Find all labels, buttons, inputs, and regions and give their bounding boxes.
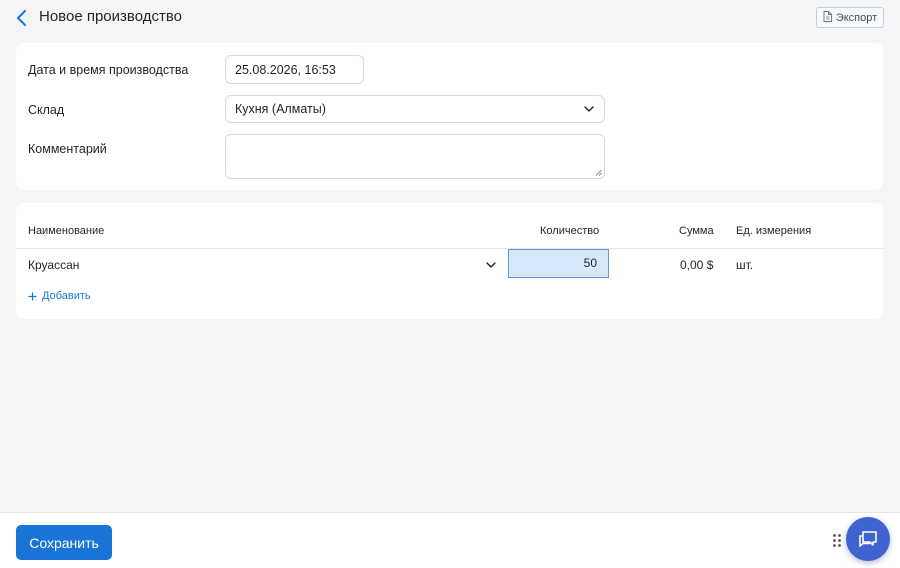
comment-label: Комментарий (28, 142, 107, 156)
quantity-input[interactable]: 50 (508, 249, 609, 278)
drag-handle-icon[interactable] (832, 533, 842, 548)
resize-handle-icon[interactable] (595, 169, 602, 176)
column-header-sum: Сумма (679, 225, 714, 237)
save-button[interactable]: Сохранить (16, 525, 112, 560)
chevron-down-icon (584, 106, 594, 112)
column-header-unit: Ед. измерения (736, 225, 812, 237)
document-icon (823, 10, 832, 25)
warehouse-value: Кухня (Алматы) (235, 102, 326, 116)
export-button-label: Экспорт (835, 11, 878, 24)
datetime-input[interactable]: 25.08.2026, 16:53 (225, 55, 364, 84)
chat-icon (859, 531, 877, 547)
items-table-card: Наименование Количество Сумма Ед. измере… (16, 203, 883, 319)
chat-button[interactable] (846, 517, 890, 561)
column-header-quantity: Количество (540, 225, 600, 237)
chevron-down-icon[interactable] (486, 261, 496, 269)
chevron-left-icon[interactable] (14, 9, 30, 27)
column-header-name: Наименование (28, 225, 105, 237)
unit-cell: шт. (736, 258, 754, 272)
table-divider (16, 248, 883, 249)
footer-bar: Сохранить (0, 512, 900, 568)
warehouse-label: Склад (28, 103, 65, 117)
datetime-value: 25.08.2026, 16:53 (235, 62, 336, 77)
warehouse-select[interactable]: Кухня (Алматы) (225, 95, 605, 123)
export-button[interactable]: Экспорт (816, 7, 884, 28)
sum-cell: 0,00 $ (680, 258, 714, 272)
add-item-button[interactable]: Добавить (28, 290, 91, 302)
comment-textarea[interactable] (225, 134, 605, 179)
plus-icon (28, 292, 37, 300)
production-form-card: Дата и время производства 25.08.2026, 16… (16, 43, 883, 190)
datetime-label: Дата и время производства (28, 63, 189, 77)
add-item-label: Добавить (42, 290, 91, 302)
page-header: Новое производство Экспорт (0, 0, 900, 36)
item-name-cell[interactable]: Круассан (28, 258, 79, 272)
page-title: Новое производство (39, 8, 182, 25)
